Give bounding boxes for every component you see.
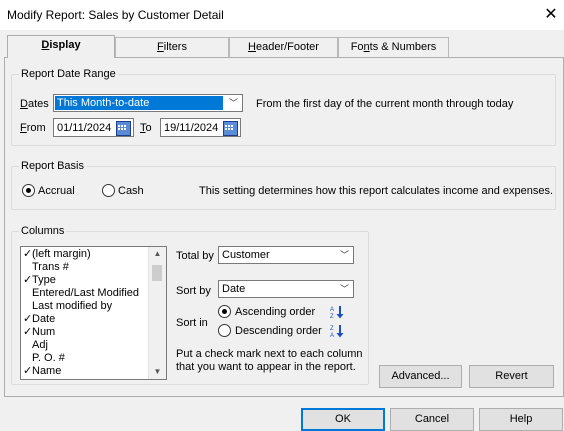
window-title: Modify Report: Sales by Customer Detail xyxy=(7,8,224,22)
descending-radio[interactable] xyxy=(218,324,231,337)
dates-value: This Month-to-date xyxy=(55,96,223,110)
tab-display[interactable]: Display xyxy=(7,35,115,58)
ascending-radio[interactable] xyxy=(218,305,231,318)
column-list-item[interactable]: ✓ (left margin) xyxy=(21,248,149,261)
dates-dropdown[interactable]: This Month-to-date ﹀ xyxy=(53,94,243,112)
column-list-item-label: Trans # xyxy=(32,261,69,273)
dates-description: From the first day of the current month … xyxy=(256,98,514,110)
svg-text:A: A xyxy=(330,333,334,338)
dates-label-key: D xyxy=(20,98,28,110)
column-list-item-label: (left margin) xyxy=(32,248,91,260)
column-list-item[interactable]: ✓ Type xyxy=(21,274,149,287)
columns-listbox[interactable]: ✓ (left margin) Trans # ✓ Type Entered/Last M… xyxy=(20,246,167,380)
from-label: From xyxy=(20,122,46,134)
column-list-item-label: Num xyxy=(32,326,56,338)
column-list-item-label: Last modified by xyxy=(32,300,113,312)
svg-text:A: A xyxy=(330,307,334,313)
total-by-label: Total by xyxy=(176,250,214,262)
cash-label: Cash xyxy=(118,185,144,197)
tab-display-label: Display xyxy=(41,39,81,51)
column-list-item[interactable]: P. O. # xyxy=(21,352,149,365)
column-list-item[interactable]: Trans # xyxy=(21,261,149,274)
close-icon[interactable]: ✕ xyxy=(540,5,562,25)
columns-scrollbar[interactable]: ▲ ▼ xyxy=(148,247,166,379)
column-list-item-label: P. O. # xyxy=(32,352,65,364)
tab-header-footer[interactable]: Header/Footer xyxy=(229,37,338,57)
tab-header-footer-label: Header/Footer xyxy=(248,41,319,53)
from-label-key: F xyxy=(20,122,27,134)
calendar-icon[interactable] xyxy=(116,121,131,136)
scroll-thumb[interactable] xyxy=(152,265,162,281)
tab-fonts-numbers[interactable]: Fonts & Numbers xyxy=(338,37,449,57)
accrual-radio[interactable] xyxy=(22,184,35,197)
cash-radio[interactable] xyxy=(102,184,115,197)
ok-button[interactable]: OK xyxy=(301,408,385,431)
sort-by-value: Date xyxy=(222,283,246,295)
columns-hint: Put a check mark next to each column tha… xyxy=(176,348,363,373)
scroll-down-icon[interactable]: ▼ xyxy=(149,365,166,379)
column-list-item-label: Entered/Last Modified xyxy=(32,287,140,299)
column-list-item[interactable]: ✓ Name xyxy=(21,365,149,378)
from-date-field[interactable]: 01/11/2024 xyxy=(53,118,134,137)
descending-label: Descending order xyxy=(235,325,322,337)
help-button[interactable]: Help xyxy=(479,408,563,431)
column-list-item-label: Type xyxy=(32,274,56,286)
column-list-item[interactable]: Adj xyxy=(21,339,149,352)
column-list-item[interactable]: ✓ Date xyxy=(21,313,149,326)
accrual-label-mid: ccrual xyxy=(45,185,75,197)
report-basis-legend: Report Basis xyxy=(19,160,86,172)
sort-descending-icon[interactable]: Z A xyxy=(330,324,344,338)
sort-ascending-icon[interactable]: A Z xyxy=(330,305,344,319)
column-list-item-label: Name xyxy=(32,365,62,377)
to-date-field[interactable]: 19/11/2024 xyxy=(160,118,241,137)
total-by-dropdown[interactable]: Customer ﹀ xyxy=(218,246,354,264)
dates-label: Dates xyxy=(20,98,49,110)
accrual-label: Accrual xyxy=(38,185,75,197)
sort-by-dropdown[interactable]: Date ﹀ xyxy=(218,280,354,298)
tab-fonts-numbers-label: Fonts & Numbers xyxy=(350,41,437,53)
chevron-down-icon[interactable]: ﹀ xyxy=(336,247,353,263)
ascending-label: Ascending order xyxy=(235,306,316,318)
chevron-down-icon[interactable]: ﹀ xyxy=(336,281,353,297)
column-list-item-label: Adj xyxy=(32,339,48,351)
revert-button[interactable]: Revert xyxy=(469,365,554,388)
calendar-icon[interactable] xyxy=(223,121,238,136)
sort-in-label: Sort in xyxy=(176,317,208,329)
cancel-button[interactable]: Cancel xyxy=(390,408,474,431)
to-label-rest: o xyxy=(145,122,152,134)
svg-text:Z: Z xyxy=(330,314,334,319)
dates-label-rest: ates xyxy=(27,98,49,110)
advanced-button[interactable]: Advanced... xyxy=(379,365,462,388)
basis-description: This setting determines how this report … xyxy=(199,185,554,197)
to-label: To xyxy=(140,122,152,134)
title-bar: Modify Report: Sales by Customer Detail … xyxy=(0,0,564,30)
tab-filters[interactable]: Filters xyxy=(115,37,229,57)
column-list-item[interactable]: Entered/Last Modified xyxy=(21,287,149,300)
sort-by-label: Sort by xyxy=(176,285,211,297)
scroll-up-icon[interactable]: ▲ xyxy=(149,247,166,261)
from-label-rest: rom xyxy=(26,122,46,134)
column-list-item[interactable]: ✓ Num xyxy=(21,326,149,339)
from-date-value: 01/11/2024 xyxy=(57,122,112,134)
columns-legend: Columns xyxy=(19,225,67,237)
report-date-range-legend: Report Date Range xyxy=(19,68,118,80)
chevron-down-icon[interactable]: ﹀ xyxy=(225,95,242,111)
tab-filters-label: Filters xyxy=(157,41,187,53)
to-date-value: 19/11/2024 xyxy=(164,122,219,134)
total-by-value: Customer xyxy=(222,249,270,261)
svg-text:Z: Z xyxy=(330,326,334,332)
column-list-item-label: Date xyxy=(32,313,56,325)
column-list-item[interactable]: Last modified by xyxy=(21,300,149,313)
